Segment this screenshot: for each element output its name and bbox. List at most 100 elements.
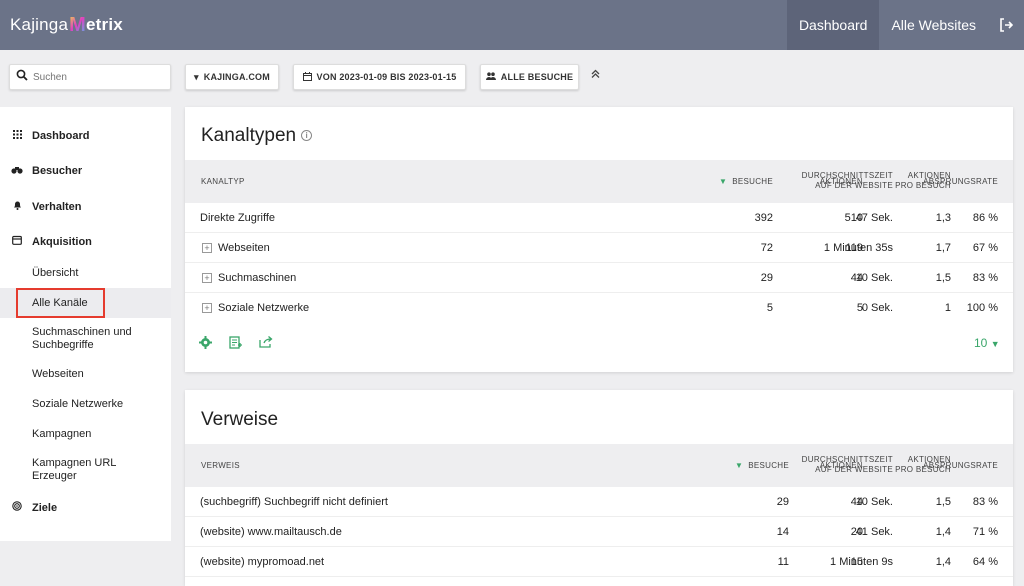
logo[interactable]: Kajinga Metrix (10, 14, 123, 37)
kanaltypen-table-header: KANALTYP ▼ BESUCHE AKTIONEN AKTIONEN PRO B… (185, 160, 1013, 203)
cell-pro-besuch: 1,5 (935, 272, 951, 284)
col-verweis[interactable]: VERWEIS (201, 461, 240, 471)
sidebar-sub-kampagnen[interactable]: Kampagnen (32, 428, 162, 441)
verweise-title: Verweise (201, 409, 279, 430)
cell-zeit: 1 Minuten 35s (823, 242, 893, 254)
sidebar-item-besucher[interactable]: Besucher (10, 165, 82, 177)
sidebar-item-label: Ziele (32, 501, 58, 514)
collapse-icon[interactable] (591, 69, 600, 81)
table-row[interactable]: + Webseiten 72 119 1,7 1 Minuten 35s 67 % (185, 233, 1013, 263)
bell-icon (10, 200, 24, 213)
table-row[interactable]: + Soziale Netzwerke 5 5 1 0 Sek. 100 % (185, 293, 1013, 323)
row-label: (website) mypromoad.net (200, 556, 325, 568)
cell-pro-besuch: 1,3 (935, 212, 951, 224)
sidebar-sub-webseiten[interactable]: Webseiten (32, 368, 162, 381)
row-label: Direkte Zugriffe (200, 212, 275, 224)
sidebar-sub-suchmaschinen[interactable]: Suchmaschinen und Suchbegriffe (32, 326, 162, 352)
expand-icon[interactable]: + (202, 243, 212, 253)
cell-zeit: 1 Minuten 9s (830, 556, 893, 568)
verweise-card: Verweise VERWEIS ▼ BESUCHE AKTIONEN AKTIO… (185, 390, 1013, 586)
table-row[interactable]: + Suchmaschinen 29 44 1,5 10 Sek. 83 % (185, 263, 1013, 293)
cell-zeit: 10 Sek. (855, 496, 893, 508)
table-row[interactable]: Direkte Zugriffe 392 510 1,3 47 Sek. 86 … (185, 203, 1013, 233)
calendar-icon (10, 235, 24, 248)
row-label: + Webseiten (200, 242, 270, 254)
cell-rate: 67 % (972, 242, 998, 254)
kanaltypen-card: Kanaltypen i KANALTYP ▼ BESUCHE AKTIONEN A… (185, 107, 1013, 372)
cell-zeit: 41 Sek. (855, 526, 893, 538)
sidebar-sub-soziale-netzwerke[interactable]: Soziale Netzwerke (32, 398, 162, 411)
share-icon[interactable] (259, 336, 273, 351)
cell-rate: 86 % (972, 212, 998, 224)
info-icon[interactable]: i (301, 130, 313, 142)
expand-icon[interactable]: + (202, 273, 212, 283)
cell-rate: 64 % (972, 556, 998, 568)
row-label: (website) www.mailtausch.de (200, 526, 342, 538)
sidebar-item-ziele[interactable]: Ziele (10, 501, 57, 514)
col-absprungsrate[interactable]: ABSPRUNGSRATE (923, 461, 998, 471)
cell-rate: 83 % (972, 272, 998, 284)
sidebar-item-label: Verhalten (32, 200, 82, 213)
date-range-label: VON 2023-01-09 BIS 2023-01-15 (316, 72, 457, 82)
cell-besuche: 72 (760, 242, 773, 254)
settings-icon[interactable] (199, 336, 212, 352)
col-kanaltyp[interactable]: KANALTYP (201, 177, 245, 187)
logo-prefix: Kajinga (10, 15, 69, 34)
site-selector[interactable]: ▾ KAJINGA.COM (185, 64, 279, 90)
col-line: DURCHSCHNITTSZEIT (801, 455, 893, 464)
cell-pro-besuch: 1,7 (935, 242, 951, 254)
kanaltypen-title: Kanaltypen i (201, 125, 313, 147)
caret-down-icon: ▾ (194, 71, 199, 82)
col-line: AUF DER WEBSITE (815, 181, 893, 190)
sidebar-item-label: Dashboard (32, 130, 90, 142)
cell-rate: 71 % (972, 526, 998, 538)
nav-alle-websites[interactable]: Alle Websites (879, 0, 988, 50)
date-range-selector[interactable]: VON 2023-01-09 BIS 2023-01-15 (293, 64, 466, 90)
cell-besuche: 29 (760, 272, 773, 284)
col-durchschnittszeit[interactable]: DURCHSCHNITTSZEIT AUF DER WEBSITE (775, 455, 893, 475)
row-label: + Soziale Netzwerke (200, 302, 309, 314)
cell-pro-besuch: 1,4 (935, 556, 951, 568)
sidebar-item-label: Besucher (32, 165, 83, 177)
search-input[interactable] (33, 71, 153, 83)
target-icon (10, 501, 24, 514)
row-label: + Suchmaschinen (200, 272, 296, 284)
top-nav: Dashboard Alle Websites (786, 0, 1024, 50)
site-label: KAJINGA.COM (203, 72, 270, 82)
search-icon (16, 68, 28, 86)
limit-selector[interactable]: 10 ▼ (974, 336, 1000, 350)
table-row[interactable]: (website) mypromoad.net 11 15 1,4 1 Minu… (185, 547, 1013, 577)
search-box[interactable] (9, 64, 171, 90)
col-besuche[interactable]: ▼ BESUCHE (719, 177, 773, 187)
cell-besuche: 5 (766, 302, 773, 314)
col-besuche-label: BESUCHE (732, 177, 773, 186)
col-absprungsrate[interactable]: ABSPRUNGSRATE (923, 177, 998, 187)
cell-pro-besuch: 1,5 (935, 496, 951, 508)
table-row[interactable]: (suchbegriff) Suchbegriff nicht definier… (185, 487, 1013, 517)
sidebar-item-verhalten[interactable]: Verhalten (10, 200, 82, 213)
logout-icon[interactable] (988, 0, 1024, 50)
sidebar: Dashboard Besucher Verhalten Akquisition… (0, 107, 171, 541)
caret-down-icon: ▼ (990, 339, 1000, 349)
segment-selector[interactable]: ALLE BESUCHE (480, 64, 579, 90)
expand-icon[interactable]: + (202, 303, 212, 313)
cell-pro-besuch: 1 (944, 302, 951, 314)
logo-m: M (69, 13, 86, 36)
sidebar-item-akquisition[interactable]: Akquisition (10, 235, 92, 248)
col-line: DURCHSCHNITTSZEIT (801, 171, 893, 180)
sidebar-item-dashboard[interactable]: Dashboard (10, 130, 89, 142)
cell-zeit: 0 Sek. (861, 302, 893, 314)
row-label-text: Soziale Netzwerke (218, 302, 310, 314)
sidebar-item-label: Akquisition (32, 235, 92, 248)
kanaltypen-title-text: Kanaltypen (201, 125, 297, 146)
limit-value: 10 (974, 336, 988, 350)
calendar-icon (302, 71, 312, 83)
grid-icon (10, 130, 24, 142)
table-row[interactable]: (website) www.mailtausch.de 14 20 1,4 41… (185, 517, 1013, 547)
export-table-icon[interactable] (229, 336, 242, 352)
sidebar-sub-kampagnen-url-erzeuger[interactable]: Kampagnen URL Erzeuger (32, 457, 122, 483)
sidebar-sub-uebersicht[interactable]: Übersicht (32, 267, 162, 280)
nav-dashboard[interactable]: Dashboard (786, 0, 880, 50)
users-icon (485, 72, 496, 82)
col-durchschnittszeit[interactable]: DURCHSCHNITTSZEIT AUF DER WEBSITE (775, 171, 893, 191)
